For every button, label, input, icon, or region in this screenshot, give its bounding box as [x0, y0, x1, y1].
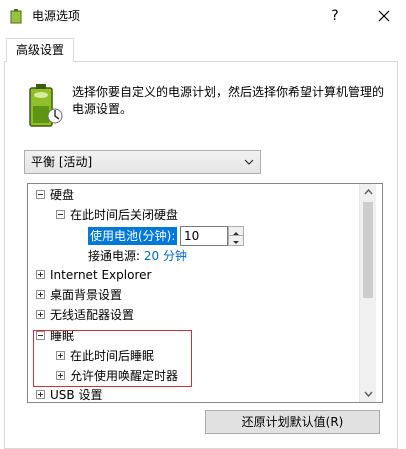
expand-toggle[interactable] — [36, 390, 45, 399]
tree-node-label: 硬盘 — [50, 188, 75, 202]
power-plan-select[interactable]: 平衡 [活动] — [24, 150, 261, 174]
close-button[interactable] — [372, 4, 396, 28]
tree-node-label: 在此时间后睡眠 — [70, 349, 155, 363]
collapse-toggle[interactable] — [56, 210, 65, 219]
on-battery-minutes-value: 10 — [184, 229, 200, 243]
plugged-in-row: 接通电源: 20 分钟 — [88, 247, 187, 265]
tree-node-label: 允许使用唤醒定时器 — [70, 369, 179, 383]
expand-toggle[interactable] — [56, 371, 65, 380]
tree-node-label: 桌面背景设置 — [50, 288, 123, 302]
spin-up-button[interactable] — [229, 227, 243, 236]
battery-plan-icon — [24, 80, 64, 130]
tree-node-label: Internet Explorer — [50, 268, 152, 282]
power-plan-value: 平衡 [活动] — [31, 155, 93, 169]
power-options-icon — [8, 8, 24, 24]
plugged-in-value-link[interactable]: 20 分钟 — [144, 249, 187, 263]
tree-node-label: USB 设置 — [50, 388, 103, 402]
restore-defaults-button[interactable]: 还原计划默认值(R) — [205, 410, 380, 434]
expand-toggle[interactable] — [56, 351, 65, 360]
scroll-up-button[interactable] — [360, 184, 377, 201]
on-battery-minutes-input[interactable]: 10 — [180, 226, 228, 246]
description-text: 选择你要自定义的电源计划，然后选择你希望计算机管理的电源设置。 — [72, 85, 385, 116]
scroll-down-button[interactable] — [360, 385, 377, 402]
expand-toggle[interactable] — [36, 270, 45, 279]
expand-toggle[interactable] — [36, 290, 45, 299]
expand-toggle[interactable] — [36, 310, 45, 319]
spin-down-button[interactable] — [229, 236, 243, 245]
title-bar: 电源选项 ? — [0, 0, 406, 32]
window-title: 电源选项 — [32, 9, 81, 23]
scroll-thumb[interactable] — [363, 202, 373, 298]
tree-scrollbar[interactable] — [359, 184, 376, 402]
collapse-toggle[interactable] — [36, 331, 45, 340]
collapse-toggle[interactable] — [36, 190, 45, 199]
chevron-down-icon — [244, 156, 254, 166]
on-battery-label[interactable]: 使用电池(分钟): — [88, 227, 178, 245]
help-button[interactable]: ? — [327, 6, 343, 26]
plugged-in-label: 接通电源: — [88, 249, 141, 263]
tab-advanced-settings[interactable]: 高级设置 — [6, 38, 74, 62]
tree-node-label: 在此时间后关闭硬盘 — [70, 208, 179, 222]
minutes-spinner[interactable] — [228, 226, 244, 246]
spin-down-icon — [233, 241, 239, 244]
scroll-down-icon — [364, 391, 373, 398]
tree-node-label: 无线适配器设置 — [50, 308, 135, 322]
tree-node-label: 睡眠 — [50, 329, 75, 343]
scroll-up-icon — [364, 188, 373, 195]
close-icon — [378, 10, 390, 22]
